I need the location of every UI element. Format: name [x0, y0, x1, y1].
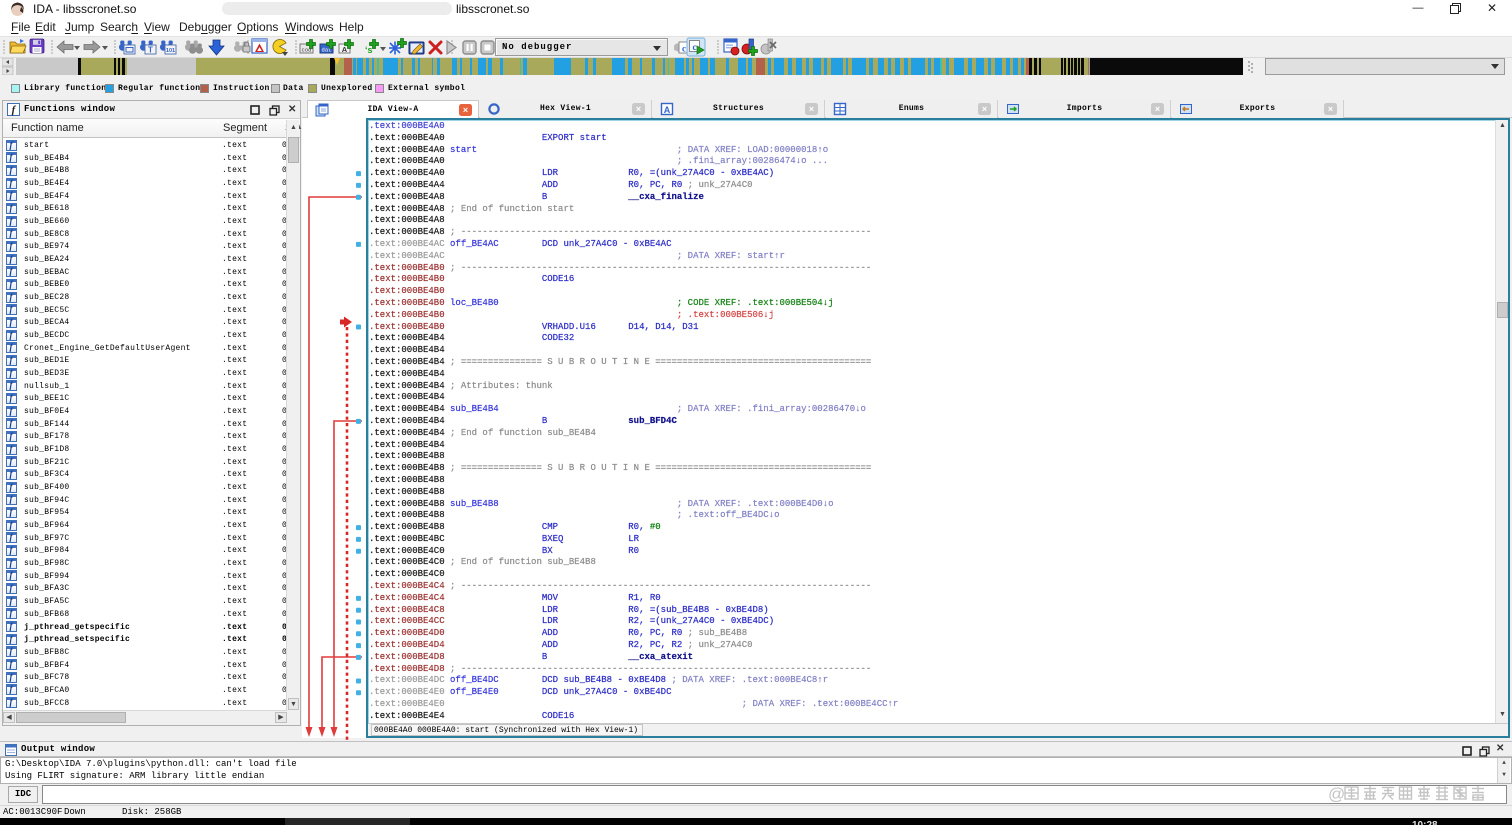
- svg-text:101: 101: [166, 48, 175, 54]
- svg-text:c: c: [693, 42, 697, 52]
- svg-text:@: @: [1328, 785, 1345, 804]
- svg-text:‘s: ‘s: [365, 45, 373, 55]
- svg-text:A: A: [342, 45, 348, 54]
- svg-text:c: c: [682, 44, 686, 54]
- svg-text:T: T: [148, 46, 153, 55]
